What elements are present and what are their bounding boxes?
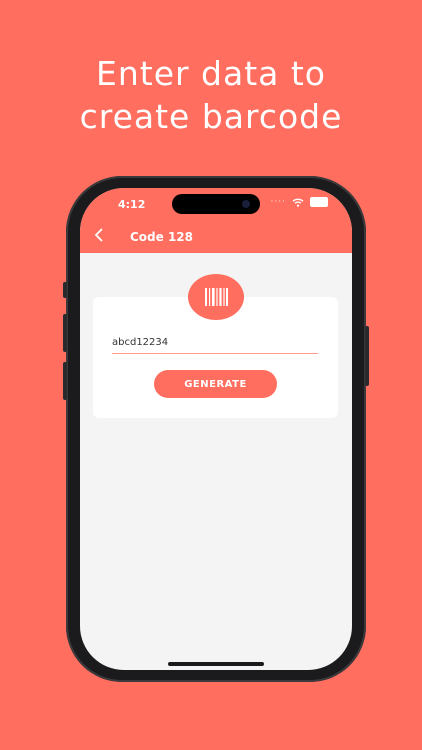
promo-headline: Enter data to create barcode: [0, 52, 422, 138]
barcode-icon: [205, 288, 228, 306]
dynamic-island: [172, 194, 260, 214]
battery-icon: [310, 197, 328, 207]
headline-line-1: Enter data to: [95, 54, 326, 93]
volume-down-button: [63, 362, 67, 400]
volume-up-button: [63, 314, 67, 352]
power-button: [365, 326, 369, 386]
wifi-icon: [292, 198, 304, 207]
signal-icon: ····: [270, 197, 286, 207]
app-bar: 4:12 ···· Code 128: [80, 188, 352, 253]
chevron-left-icon[interactable]: [94, 228, 104, 245]
headline-line-2: create barcode: [79, 97, 343, 136]
camera-icon: [242, 200, 250, 208]
page-title: Code 128: [130, 230, 194, 244]
barcode-data-input[interactable]: [112, 333, 318, 354]
barcode-badge: [188, 274, 244, 320]
generate-button[interactable]: GENERATE: [154, 370, 277, 398]
mute-switch: [63, 282, 67, 298]
status-icons: ····: [271, 197, 328, 207]
home-indicator[interactable]: [168, 662, 264, 666]
status-time: 4:12: [118, 198, 146, 211]
phone-screen: 4:12 ···· Code 128 abcd12234 GENERATE: [80, 188, 352, 670]
